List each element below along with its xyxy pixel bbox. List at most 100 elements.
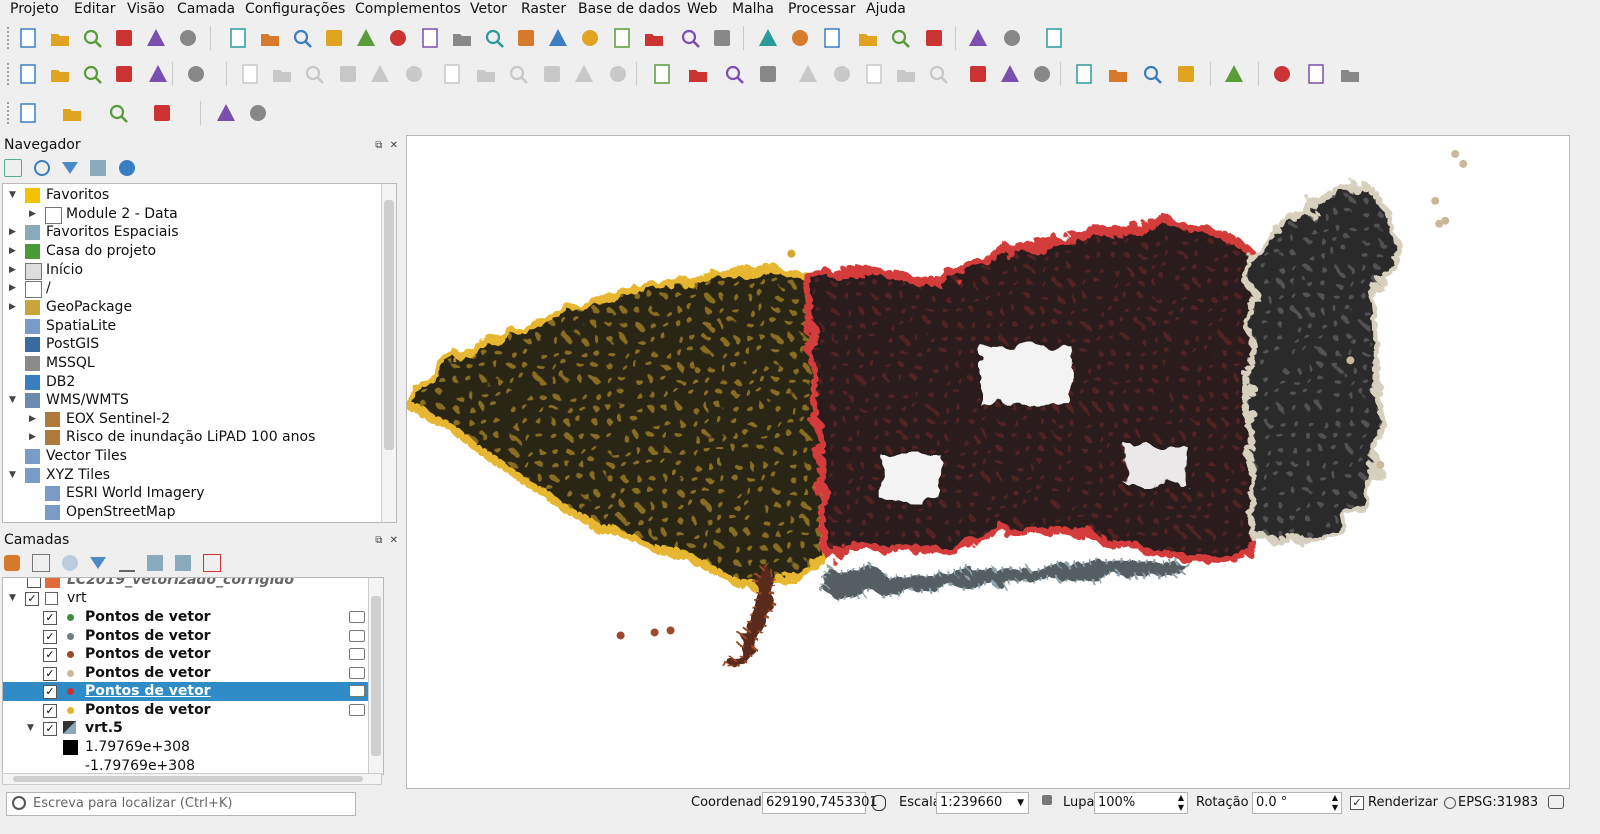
messages-icon[interactable] bbox=[1548, 795, 1564, 809]
toolbar-grip[interactable] bbox=[6, 26, 10, 50]
navigator-item[interactable]: ▶ Início bbox=[3, 261, 381, 280]
tb2-pan-to-selection-icon[interactable] bbox=[270, 62, 294, 86]
tb2-zoom-layer-icon[interactable] bbox=[402, 62, 426, 86]
collapse-arrow-icon[interactable]: ▶ bbox=[9, 279, 19, 298]
collapse-arrow-icon[interactable]: ▶ bbox=[9, 298, 19, 317]
refresh-icon[interactable] bbox=[34, 160, 51, 176]
layer-points[interactable]: ✓ Pontos de vetor bbox=[3, 664, 383, 683]
add-group-icon[interactable] bbox=[32, 554, 51, 572]
navigator-item[interactable]: ▼ WMS/WMTS bbox=[3, 391, 381, 410]
navigator-item[interactable]: Vector Tiles bbox=[3, 447, 381, 466]
layer-checkbox[interactable]: ✓ bbox=[43, 629, 57, 644]
collapse-arrow-icon[interactable]: ▶ bbox=[9, 261, 19, 280]
navigator-item[interactable]: ▶ / bbox=[3, 279, 381, 299]
tb1-measure-icon[interactable] bbox=[788, 26, 812, 50]
tb2-save-icon[interactable] bbox=[1030, 62, 1054, 86]
tb1-open-icon[interactable] bbox=[48, 26, 72, 50]
tb2-style-manager-icon[interactable] bbox=[1140, 62, 1164, 86]
tb1-statistics-icon[interactable] bbox=[756, 26, 780, 50]
style-panel-icon[interactable] bbox=[4, 555, 20, 571]
navigator-item[interactable]: DB2 bbox=[3, 373, 381, 392]
tb1-pan-icon[interactable] bbox=[226, 26, 250, 50]
layers-hscrollbar[interactable] bbox=[2, 773, 382, 785]
layer-checkbox[interactable]: ✓ bbox=[43, 648, 57, 663]
tb1-zoom-selection-icon[interactable] bbox=[418, 26, 442, 50]
layer-indicator-icon[interactable] bbox=[349, 704, 365, 716]
tb3-open-icon[interactable] bbox=[60, 101, 84, 125]
menu-12[interactable]: Ajuda bbox=[866, 1, 906, 17]
tb2-save-icon[interactable] bbox=[80, 62, 104, 86]
layer-points[interactable]: ✓ Pontos de vetor bbox=[3, 627, 383, 646]
tb1-refresh-icon[interactable] bbox=[642, 26, 666, 50]
remove-layer-icon[interactable] bbox=[202, 554, 221, 572]
tb2-zoom-next-icon[interactable] bbox=[540, 62, 564, 86]
tb2-save-as-icon[interactable] bbox=[112, 62, 136, 86]
collapse-arrow-icon[interactable]: ▶ bbox=[29, 410, 39, 429]
menu-10[interactable]: Malha bbox=[732, 1, 774, 17]
tb3-new-project-icon[interactable] bbox=[16, 101, 40, 125]
menu-9[interactable]: Web bbox=[687, 1, 718, 17]
tb1-temporal-icon[interactable] bbox=[610, 26, 634, 50]
tb2-zoom-full-icon[interactable] bbox=[1338, 62, 1362, 86]
tb1-save-as-icon[interactable] bbox=[112, 26, 136, 50]
tb2-map-tips-icon[interactable] bbox=[862, 62, 886, 86]
tb1-show-bookmarks-icon[interactable] bbox=[578, 26, 602, 50]
tb2-refresh-icon[interactable] bbox=[686, 62, 710, 86]
collapse-arrow-icon[interactable]: ▼ bbox=[27, 719, 37, 738]
tb1-new-project-icon[interactable] bbox=[16, 26, 40, 50]
tb2-pan-icon[interactable] bbox=[1174, 62, 1198, 86]
info-icon[interactable] bbox=[118, 160, 135, 176]
tb1-save-as-icon[interactable] bbox=[1042, 26, 1066, 50]
tb2-python-icon[interactable] bbox=[926, 62, 950, 86]
expand-arrow-icon[interactable]: ▼ bbox=[9, 391, 19, 410]
menu-11[interactable]: Processar bbox=[788, 1, 855, 17]
lock-icon[interactable] bbox=[1042, 795, 1052, 805]
navigator-item[interactable]: SpatiaLite bbox=[3, 317, 381, 336]
tb2-save-as-icon[interactable] bbox=[1072, 62, 1096, 86]
crs-globe-icon[interactable] bbox=[1444, 797, 1456, 809]
tb3-save-as-icon[interactable] bbox=[150, 101, 174, 125]
navigator-item[interactable]: ▶ EOX Sentinel-2 bbox=[3, 410, 381, 429]
layer-group-vrt[interactable]: ▼ ✓ vrt bbox=[3, 589, 383, 608]
tb2-open-icon[interactable] bbox=[998, 62, 1022, 86]
tb2-zoom-full-icon[interactable] bbox=[368, 62, 392, 86]
tb2-print-layout-icon[interactable] bbox=[1106, 62, 1130, 86]
tb1-zoom-in-icon[interactable] bbox=[290, 26, 314, 50]
menu-2[interactable]: Visão bbox=[127, 1, 165, 17]
menu-5[interactable]: Complementos bbox=[355, 1, 461, 17]
collapse-arrow-icon[interactable]: ▶ bbox=[29, 205, 39, 224]
expand-arrow-icon[interactable]: ▼ bbox=[9, 466, 19, 485]
eye-icon[interactable] bbox=[62, 555, 79, 571]
layer-indicator-icon[interactable] bbox=[349, 611, 365, 623]
tb1-pan-to-selection-icon[interactable] bbox=[258, 26, 282, 50]
navigator-item[interactable]: MSSQL bbox=[3, 354, 381, 373]
locator-search[interactable]: Escreva para localizar (Ctrl+K) bbox=[6, 792, 356, 816]
coord-field[interactable]: 629190,7453301 bbox=[762, 792, 878, 814]
collapse-all-icon[interactable] bbox=[174, 555, 191, 571]
layer-indicator-icon[interactable] bbox=[349, 685, 365, 698]
tb1-zoom-native-icon[interactable] bbox=[450, 26, 474, 50]
tb2-identify-icon[interactable] bbox=[722, 62, 746, 86]
render-checkbox[interactable]: ✓ bbox=[1350, 796, 1364, 810]
menu-4[interactable]: Configurações bbox=[245, 1, 345, 17]
layers-scrollbar[interactable] bbox=[368, 578, 383, 774]
expression-filter-icon[interactable] bbox=[118, 554, 135, 572]
layer-checkbox[interactable]: ✓ bbox=[43, 704, 57, 718]
tb3-save-icon[interactable] bbox=[106, 101, 130, 125]
layer-checkbox[interactable]: ✓ bbox=[43, 722, 57, 736]
tb1-save-icon[interactable] bbox=[80, 26, 104, 50]
layer-points[interactable]: ✓ Pontos de vetor bbox=[3, 645, 383, 664]
navigator-item[interactable]: ▶ Favoritos Espaciais bbox=[3, 223, 381, 242]
navigator-item[interactable]: ▼ Favoritos bbox=[3, 186, 381, 205]
layers-panel-buttons[interactable]: ⧉ ✕ bbox=[375, 535, 400, 546]
navigator-item[interactable]: OpenStreetMap bbox=[3, 503, 381, 522]
tb1-style-manager-icon[interactable] bbox=[176, 26, 200, 50]
tb1-print-layout-icon[interactable] bbox=[144, 26, 168, 50]
tb3-style-manager-icon[interactable] bbox=[246, 101, 270, 125]
tb2-show-bookmarks-icon[interactable] bbox=[606, 62, 630, 86]
crs-label[interactable]: EPSG:31983 bbox=[1458, 795, 1538, 810]
magnifier-field[interactable]: 100% ▲ ▼ bbox=[1094, 792, 1188, 814]
collapse-arrow-icon[interactable]: ▶ bbox=[29, 428, 39, 447]
navigator-item[interactable]: PostGIS bbox=[3, 335, 381, 354]
tb2-new-project-icon[interactable] bbox=[966, 62, 990, 86]
